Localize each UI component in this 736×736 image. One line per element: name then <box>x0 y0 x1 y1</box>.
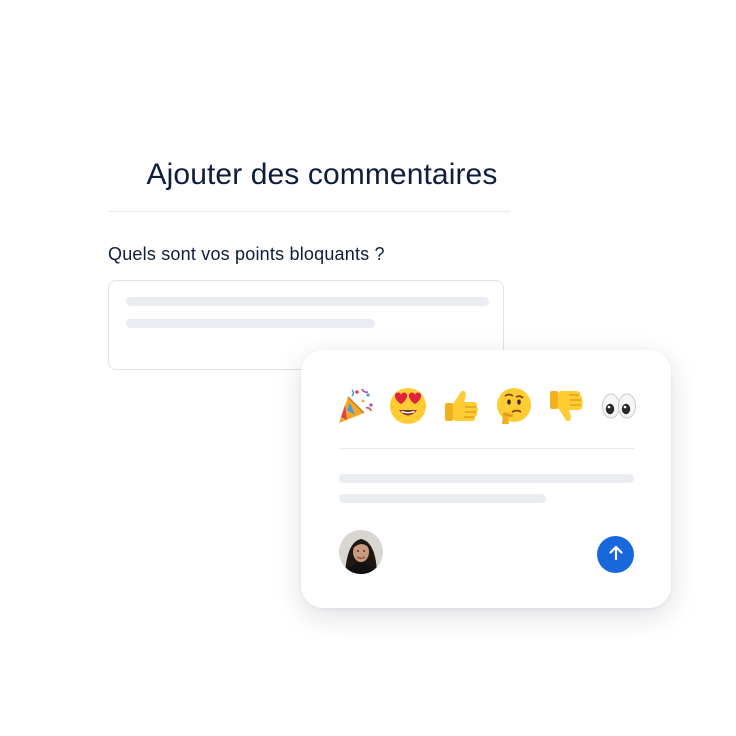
arrow-up-icon <box>607 544 625 565</box>
avatar <box>339 530 383 574</box>
feedback-illustration: Ajouter des commentaires Quels sont vos … <box>0 0 736 736</box>
eyes-icon[interactable] <box>599 386 639 426</box>
reaction-card <box>301 350 671 608</box>
heart-eyes-icon[interactable] <box>388 386 428 426</box>
placeholder-line <box>126 319 375 328</box>
placeholder-line <box>126 297 489 306</box>
title-divider <box>108 211 510 212</box>
thinking-face-icon[interactable] <box>493 386 533 426</box>
card-divider <box>339 448 634 449</box>
question-label: Quels sont vos points bloquants ? <box>108 244 385 264</box>
reply-placeholder-line <box>339 474 634 483</box>
page-title: Ajouter des commentaires <box>146 158 498 191</box>
reply-placeholder-line <box>339 494 546 503</box>
thumbs-down-icon[interactable] <box>546 386 586 426</box>
party-popper-icon[interactable] <box>335 386 375 426</box>
send-button[interactable] <box>597 536 634 573</box>
emoji-reaction-bar <box>335 386 639 426</box>
thumbs-up-icon[interactable] <box>441 386 481 426</box>
